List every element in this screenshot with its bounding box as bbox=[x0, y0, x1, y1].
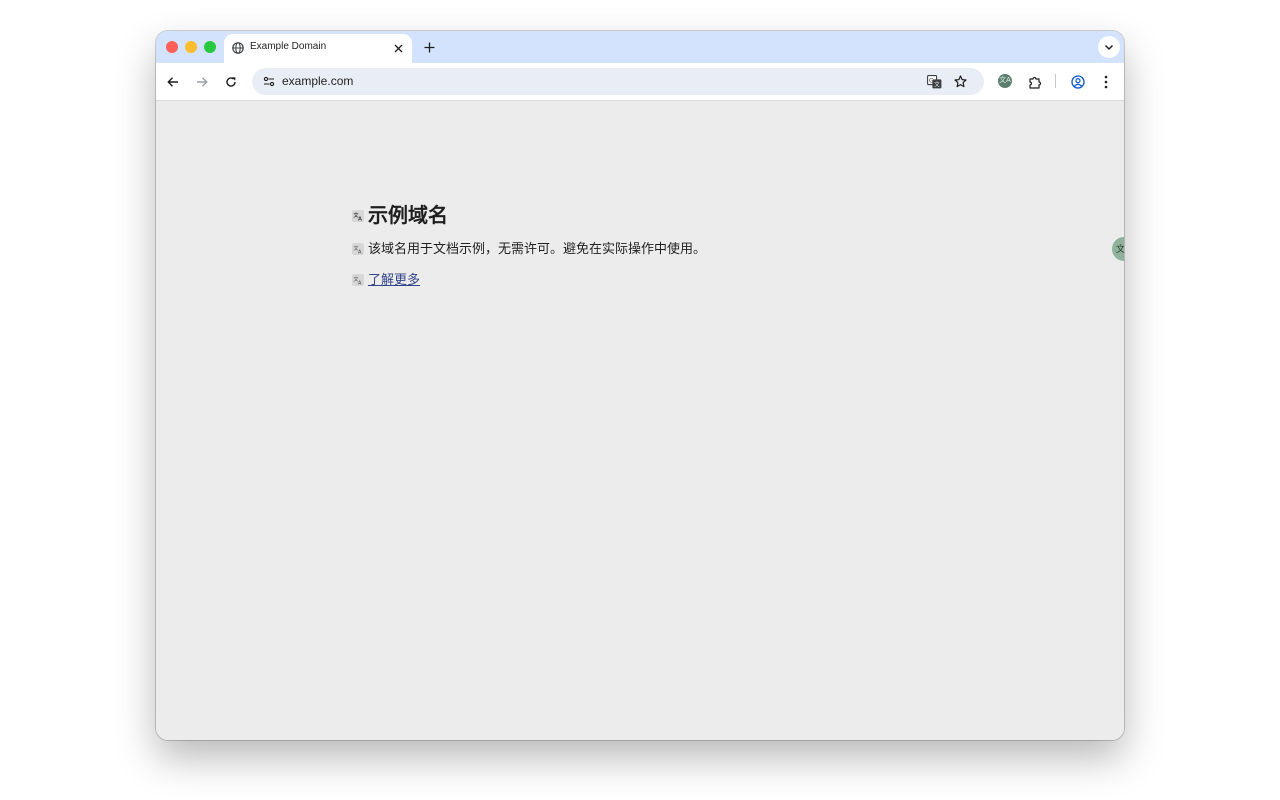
globe-icon bbox=[232, 42, 244, 54]
star-icon bbox=[954, 75, 967, 88]
svg-text:文: 文 bbox=[1116, 243, 1124, 255]
arrow-right-icon bbox=[197, 77, 208, 87]
browser-toolbar: example.com G 文 文A bbox=[156, 63, 1124, 101]
profile-button[interactable] bbox=[1068, 72, 1088, 92]
puzzle-icon bbox=[1029, 76, 1042, 89]
paragraph-text: 该域名用于文档示例，无需许可。避免在实际操作中使用。 bbox=[368, 241, 707, 256]
extensions-button[interactable] bbox=[1025, 72, 1045, 92]
translated-text-icon: 文 A bbox=[352, 273, 364, 286]
address-bar[interactable]: example.com G 文 bbox=[252, 68, 984, 95]
heading-text: 示例域名 bbox=[368, 205, 448, 227]
close-icon bbox=[394, 44, 402, 52]
chevron-down-icon bbox=[1104, 44, 1114, 50]
account-icon bbox=[1071, 75, 1085, 89]
translate-side-panel-button[interactable]: 文 bbox=[1112, 237, 1124, 261]
page-paragraph: 文 A 该域名用于文档示例，无需许可。避免在实际操作中使用。 bbox=[352, 238, 706, 257]
svg-text:文: 文 bbox=[934, 80, 940, 88]
svg-text:A: A bbox=[358, 216, 362, 222]
window-minimize-button[interactable] bbox=[185, 41, 197, 53]
forward-button[interactable] bbox=[192, 72, 212, 92]
translate-button[interactable]: G 文 bbox=[925, 72, 944, 91]
reload-button[interactable] bbox=[221, 72, 241, 92]
page-content: 文 A 示例域名 文 A 该域名用于文档示例，无需许可。避免在实际操作中使用。 … bbox=[156, 101, 1124, 740]
extension-avatar-icon[interactable]: 文A bbox=[998, 74, 1012, 88]
translate-icon: 文 bbox=[1116, 243, 1124, 255]
tab-example-domain[interactable]: Example Domain bbox=[224, 34, 412, 63]
translated-text-icon: 文 A bbox=[352, 242, 364, 255]
learn-more-line: 文 A 了解更多 bbox=[352, 269, 420, 288]
back-button[interactable] bbox=[163, 72, 183, 92]
url-text[interactable]: example.com bbox=[282, 74, 353, 88]
tab-search-button[interactable] bbox=[1098, 36, 1120, 58]
window-close-button[interactable] bbox=[166, 41, 178, 53]
browser-window: Example Domain example.com G 文 文A 文 A 示例… bbox=[156, 31, 1124, 740]
site-info-button[interactable] bbox=[260, 73, 277, 90]
toolbar-separator bbox=[1055, 74, 1056, 88]
bookmark-button[interactable] bbox=[951, 72, 970, 91]
tune-icon bbox=[263, 76, 274, 87]
plus-icon bbox=[424, 42, 434, 52]
learn-more-link[interactable]: 了解更多 bbox=[368, 272, 420, 287]
window-maximize-button[interactable] bbox=[204, 41, 216, 53]
tab-close-button[interactable] bbox=[390, 40, 406, 56]
page-heading: 文 A 示例域名 bbox=[352, 199, 448, 228]
arrow-left-icon bbox=[167, 77, 178, 87]
svg-text:G: G bbox=[929, 77, 934, 84]
svg-text:A: A bbox=[358, 249, 362, 255]
svg-text:A: A bbox=[358, 280, 362, 286]
kebab-menu-icon bbox=[1104, 75, 1108, 89]
reload-icon bbox=[226, 77, 236, 87]
translated-text-icon: 文 A bbox=[352, 209, 364, 222]
tab-strip: Example Domain bbox=[156, 31, 1124, 63]
translate-icon: G 文 bbox=[927, 74, 942, 88]
new-tab-button[interactable] bbox=[420, 38, 438, 56]
tab-title: Example Domain bbox=[250, 41, 327, 52]
menu-button[interactable] bbox=[1096, 72, 1116, 92]
